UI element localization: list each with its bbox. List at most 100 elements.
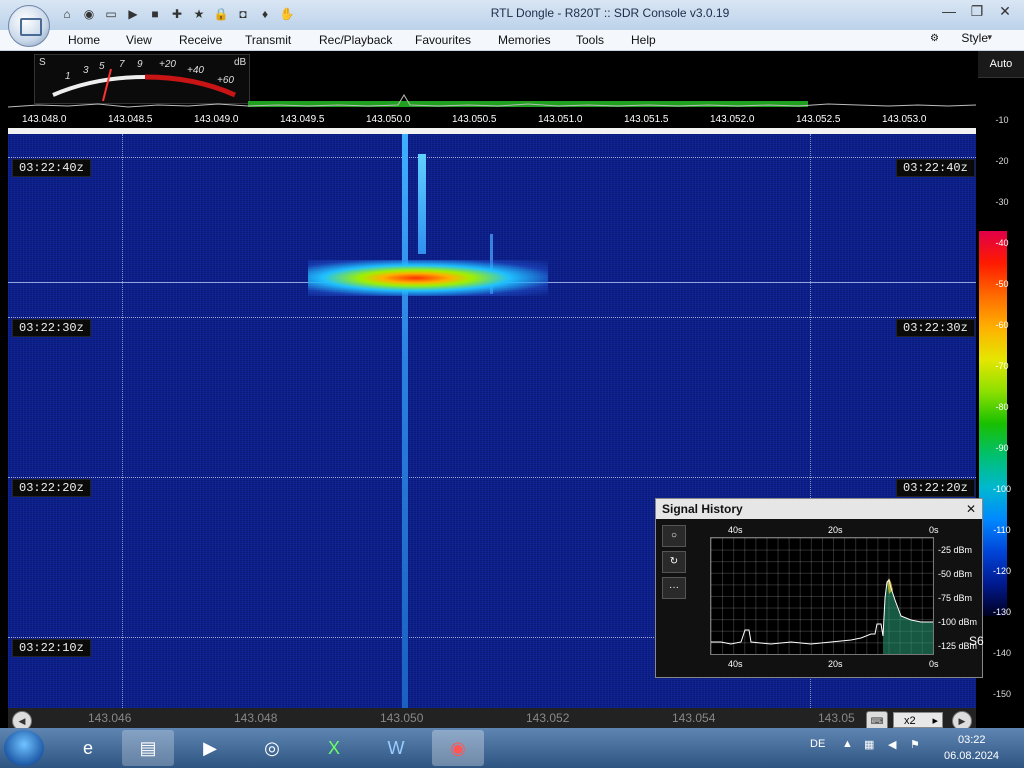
folder-icon[interactable]: ▭: [102, 6, 120, 22]
app-icon: [20, 18, 42, 36]
stop-icon[interactable]: ■: [146, 6, 164, 22]
freq-tick: 143.048.5: [108, 114, 153, 125]
signal-history-title: Signal History: [662, 502, 743, 516]
settings-icon[interactable]: ⚙: [930, 33, 939, 44]
signal-history-panel[interactable]: Signal History ✕ ○ ↻ ··· 40s 20s 0s S6 -…: [655, 498, 984, 678]
application-menu-button[interactable]: [8, 5, 50, 47]
start-button[interactable]: [4, 730, 44, 766]
timestamp-right: 03:22:20z: [896, 479, 975, 497]
menu-transmit[interactable]: Transmit: [245, 33, 291, 47]
bottom-freq-tick: 143.046: [88, 711, 132, 725]
menu-recplayback[interactable]: Rec/Playback: [319, 33, 392, 47]
add-icon[interactable]: ✚: [168, 6, 186, 22]
internet-explorer-icon[interactable]: e: [62, 730, 114, 766]
freq-tick: 143.052.0: [710, 114, 755, 125]
level-tick: -130: [992, 607, 1011, 617]
close-icon[interactable]: ✕: [966, 499, 976, 519]
freq-tick: 143.050.0: [366, 114, 411, 125]
auto-button[interactable]: Auto: [978, 51, 1024, 78]
level-tick: -80: [995, 402, 1009, 412]
freq-tick: 143.050.5: [452, 114, 497, 125]
menu-memories[interactable]: Memories: [498, 33, 551, 47]
bottom-freq-tick: 143.05: [818, 711, 855, 725]
timestamp-left: 03:22:30z: [12, 319, 91, 337]
file-explorer-icon[interactable]: ▤: [122, 730, 174, 766]
signal-trace: [418, 154, 426, 254]
minimize-button[interactable]: —: [936, 2, 962, 22]
signal-history-trace: [711, 578, 933, 654]
close-button[interactable]: ✕: [992, 2, 1018, 22]
level-tick: -10: [995, 115, 1009, 125]
chrome-icon[interactable]: ◎: [246, 730, 298, 766]
time-label: 40s: [728, 525, 743, 535]
timestamp-left: 03:22:10z: [12, 639, 91, 657]
menu-view[interactable]: View: [126, 33, 152, 47]
camera-icon[interactable]: ◘: [234, 6, 252, 22]
network-icon[interactable]: ▦: [864, 738, 874, 751]
time-label: 20s: [828, 659, 843, 669]
signal-history-header[interactable]: Signal History ✕: [656, 499, 982, 519]
clock-date[interactable]: 06.08.2024: [944, 750, 999, 762]
level-scale: Auto -10 -20 -30 -40 -50 -60 -70 -80 -90…: [978, 51, 1024, 708]
style-button[interactable]: Style: [961, 31, 988, 45]
menu-receive[interactable]: Receive: [179, 33, 222, 47]
word-icon[interactable]: W: [370, 730, 422, 766]
freq-tick: 143.049.5: [280, 114, 325, 125]
media-player-icon[interactable]: ▶: [184, 730, 236, 766]
menu-bar: Home View Receive Transmit Rec/Playback …: [0, 30, 1024, 51]
freq-tick: 143.052.5: [796, 114, 841, 125]
action-center-icon[interactable]: ⚑: [910, 738, 920, 751]
menu-home[interactable]: Home: [68, 33, 100, 47]
timestamp-left: 03:22:40z: [12, 159, 91, 177]
menu-tools[interactable]: Tools: [576, 33, 604, 47]
signal-history-plot: S6: [710, 537, 984, 655]
maximize-button[interactable]: ❐: [964, 2, 990, 22]
home-icon[interactable]: ⌂: [58, 6, 76, 22]
speaker-icon[interactable]: ◀: [888, 738, 896, 751]
zoom-button[interactable]: x2 ▸: [893, 712, 943, 728]
more-button[interactable]: ···: [662, 577, 686, 599]
menu-help[interactable]: Help: [631, 33, 656, 47]
window-title: RTL Dongle - R820T :: SDR Console v3.0.1…: [490, 6, 730, 20]
dbm-label: -50 dBm: [938, 569, 973, 579]
level-tick: -50: [995, 279, 1009, 289]
spectrum-display[interactable]: S dB 1 3 5 7 9 +20 +40 +60 143.048.0 143…: [8, 51, 976, 131]
level-tick: -20: [995, 156, 1009, 166]
spectrum-trace: [8, 94, 976, 108]
freq-tick: 143.051.0: [538, 114, 583, 125]
bottom-freq-tick: 143.052: [526, 711, 570, 725]
timestamp-left: 03:22:20z: [12, 479, 91, 497]
signal-burst: [308, 260, 548, 296]
menu-favourites[interactable]: Favourites: [415, 33, 471, 47]
level-tick: -100: [992, 484, 1011, 494]
timestamp-right: 03:22:30z: [896, 319, 975, 337]
chevron-down-icon[interactable]: ▾: [987, 32, 992, 43]
title-bar: ⌂ ◉ ▭ ▶ ■ ✚ ★ 🔒 ◘ ♦ ✋ RTL Dongle - R820T…: [0, 0, 1024, 31]
clock-time[interactable]: 03:22: [958, 734, 986, 746]
grid-line: [122, 134, 123, 708]
quick-access-toolbar: ⌂ ◉ ▭ ▶ ■ ✚ ★ 🔒 ◘ ♦ ✋: [58, 6, 296, 22]
drop-icon[interactable]: ♦: [256, 6, 274, 22]
record-button[interactable]: ○: [662, 525, 686, 547]
frequency-axis: 143.048.0 143.048.5 143.049.0 143.049.5 …: [8, 114, 976, 128]
hand-icon[interactable]: ✋: [278, 6, 296, 22]
refresh-button[interactable]: ↻: [662, 551, 686, 573]
dbm-label: -125 dBm: [938, 641, 978, 651]
lock-icon[interactable]: 🔒: [212, 6, 230, 22]
timestamp-right: 03:22:40z: [896, 159, 975, 177]
time-label: 0s: [929, 525, 939, 535]
play-icon[interactable]: ▶: [124, 6, 142, 22]
star-icon[interactable]: ★: [190, 6, 208, 22]
bottom-frequency-bar[interactable]: 143.046 143.048 143.050 143.052 143.054 …: [8, 708, 976, 728]
tray-expand-icon[interactable]: ▲: [842, 738, 853, 750]
time-label: 0s: [929, 659, 939, 669]
sdr-console-icon[interactable]: ◉: [432, 730, 484, 766]
language-indicator[interactable]: DE: [810, 738, 825, 750]
bottom-freq-tick: 143.050: [380, 711, 424, 725]
freq-tick: 143.049.0: [194, 114, 239, 125]
lifebuoy-icon[interactable]: ◉: [80, 6, 98, 22]
excel-icon[interactable]: X: [308, 730, 360, 766]
level-tick: -40: [995, 238, 1009, 248]
time-label: 40s: [728, 659, 743, 669]
signal-trace: [402, 134, 408, 708]
